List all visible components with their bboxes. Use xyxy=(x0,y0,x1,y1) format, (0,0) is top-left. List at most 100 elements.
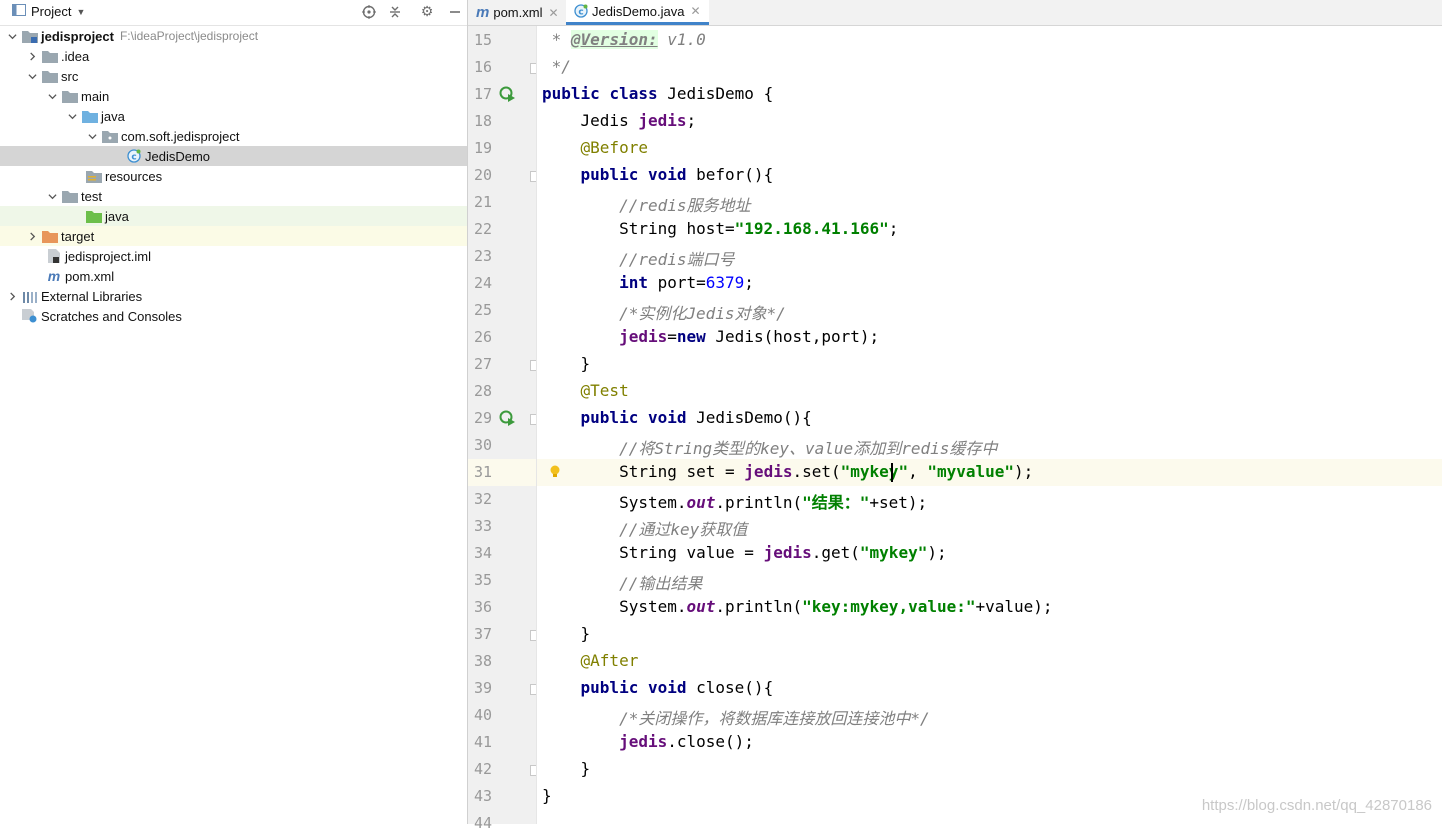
code-line[interactable]: jedis.close(); xyxy=(537,729,1442,756)
chevron-right-icon[interactable] xyxy=(6,290,18,302)
chevron-down-icon[interactable] xyxy=(26,70,38,82)
code-line[interactable]: String set = jedis.set("mykey", "myvalue… xyxy=(537,459,1442,486)
chevron-down-icon[interactable] xyxy=(46,90,58,102)
code-text: jedis=new Jedis(host,port); xyxy=(619,327,880,346)
close-icon[interactable]: ✕ xyxy=(548,6,558,20)
code-line[interactable]: */ xyxy=(537,54,1442,81)
code-line[interactable]: System.out.println("key:mykey,value:"+va… xyxy=(537,594,1442,621)
line-number: 20 xyxy=(473,166,492,184)
tree-item-label: target xyxy=(61,228,95,244)
code-line[interactable]: @After xyxy=(537,648,1442,675)
code-line[interactable]: public void close(){ xyxy=(537,675,1442,702)
code-line[interactable]: public void JedisDemo(){ xyxy=(537,405,1442,432)
tree-item-java-main[interactable]: java xyxy=(0,106,467,126)
tree-item-label: .idea xyxy=(61,48,90,64)
code-line[interactable]: System.out.println("结果："+set); xyxy=(537,486,1442,513)
line-number: 30 xyxy=(473,436,492,454)
code-line[interactable]: String host="192.168.41.166"; xyxy=(537,216,1442,243)
code-line[interactable]: //将String类型的key、value添加到redis缓存中 xyxy=(537,432,1442,459)
tree-item-main[interactable]: main xyxy=(0,86,467,106)
code-line[interactable]: int port=6379; xyxy=(537,270,1442,297)
maven-file-icon: m xyxy=(476,4,490,21)
java-class-icon: c xyxy=(574,4,588,18)
code-line[interactable]: //通过key获取值 xyxy=(537,513,1442,540)
code-text: */ xyxy=(542,57,571,76)
tree-item-iml[interactable]: jedisproject.iml xyxy=(0,246,467,266)
tree-item-external-libraries[interactable]: External Libraries xyxy=(0,286,467,306)
line-number: 27 xyxy=(473,355,492,373)
intention-bulb-icon[interactable] xyxy=(549,464,561,483)
project-view-selector[interactable]: Project ▼ xyxy=(12,4,85,19)
code-text: //通过key获取值 xyxy=(619,520,748,539)
code-line[interactable]: } xyxy=(537,621,1442,648)
run-test-icon[interactable] xyxy=(499,410,515,429)
line-number: 36 xyxy=(473,598,492,616)
line-number: 42 xyxy=(473,760,492,778)
code-text: public void befor(){ xyxy=(580,165,774,184)
code-line[interactable]: //redis服务地址 xyxy=(537,189,1442,216)
chevron-down-icon[interactable] xyxy=(6,30,18,42)
line-number: 34 xyxy=(473,544,492,562)
svg-text:c: c xyxy=(131,153,136,163)
code-text: Jedis jedis; xyxy=(542,111,697,130)
source-root-folder-icon xyxy=(82,109,98,123)
tree-item-label: java xyxy=(105,208,129,224)
code-line[interactable]: Jedis jedis; xyxy=(537,108,1442,135)
code-line[interactable]: public class JedisDemo { xyxy=(537,81,1442,108)
tree-item-scratches[interactable]: Scratches and Consoles xyxy=(0,306,467,326)
chevron-down-icon[interactable] xyxy=(46,190,58,202)
editor-gutter[interactable]: 15 16 17 18 19 20 21 22 23 24 25 26 27 28 29 30 31 32 33 34… xyxy=(468,26,541,832)
tree-item-jedisdemo[interactable]: c JedisDemo xyxy=(0,146,467,166)
code-editor[interactable]: * @Version: v1.0 */ public class JedisDem… xyxy=(537,26,1442,824)
chevron-right-icon[interactable] xyxy=(26,50,38,62)
chevron-down-icon[interactable] xyxy=(66,110,78,122)
tree-item-target[interactable]: target xyxy=(0,226,467,246)
code-line[interactable]: /*实例化Jedis对象*/ xyxy=(537,297,1442,324)
chevron-down-icon[interactable] xyxy=(86,130,98,142)
resources-folder-icon xyxy=(86,169,102,183)
maven-file-icon: m xyxy=(47,268,61,284)
code-text: @Test xyxy=(580,381,629,400)
code-line[interactable]: String value = jedis.get("mykey"); xyxy=(537,540,1442,567)
line-number: 28 xyxy=(473,382,492,400)
code-text: /*关闭操作，将数据库连接放回连接池中*/ xyxy=(619,709,930,728)
gear-icon[interactable]: ⚙ xyxy=(418,3,436,21)
code-line[interactable]: //输出结果 xyxy=(537,567,1442,594)
code-line[interactable]: } xyxy=(537,756,1442,783)
run-test-icon[interactable] xyxy=(499,86,515,105)
line-number: 40 xyxy=(473,706,492,724)
tree-item-label: test xyxy=(81,188,102,204)
tab-jedisdemo-java[interactable]: c JedisDemo.java ✕ xyxy=(566,0,709,25)
chevron-right-icon[interactable] xyxy=(26,230,38,242)
folder-icon xyxy=(62,89,78,103)
tree-item-package[interactable]: com.soft.jedisproject xyxy=(0,126,467,146)
line-number: 17 xyxy=(473,85,492,103)
close-icon[interactable]: ✕ xyxy=(691,4,701,18)
tab-pom-xml[interactable]: m pom.xml ✕ xyxy=(468,0,567,25)
code-line[interactable]: public void befor(){ xyxy=(537,162,1442,189)
minimize-icon[interactable] xyxy=(446,3,464,21)
code-line[interactable]: } xyxy=(537,351,1442,378)
code-line[interactable]: jedis=new Jedis(host,port); xyxy=(537,324,1442,351)
tree-item-src[interactable]: src xyxy=(0,66,467,86)
code-line[interactable]: /*关闭操作，将数据库连接放回连接池中*/ xyxy=(537,702,1442,729)
code-line[interactable]: * @Version: v1.0 xyxy=(537,27,1442,54)
collapse-all-icon[interactable] xyxy=(386,3,404,21)
tree-item-test[interactable]: test xyxy=(0,186,467,206)
tree-item-java-test[interactable]: java xyxy=(0,206,467,226)
code-line[interactable]: @Before xyxy=(537,135,1442,162)
tree-item-pom[interactable]: m pom.xml xyxy=(0,266,467,286)
tree-item-jedisproject[interactable]: jedisproject F:\ideaProject\jedisproject xyxy=(0,26,467,46)
line-number: 22 xyxy=(473,220,492,238)
line-number: 32 xyxy=(473,490,492,508)
locate-icon[interactable] xyxy=(360,3,378,21)
tree-item-label: java xyxy=(101,108,125,124)
line-number: 39 xyxy=(473,679,492,697)
code-text: //redis服务地址 xyxy=(619,196,751,215)
tab-label: JedisDemo.java xyxy=(592,3,685,19)
tree-item-idea[interactable]: .idea xyxy=(0,46,467,66)
code-line[interactable]: @Test xyxy=(537,378,1442,405)
tree-item-label: resources xyxy=(105,168,163,184)
tree-item-resources[interactable]: resources xyxy=(0,166,467,186)
code-line[interactable]: //redis端口号 xyxy=(537,243,1442,270)
